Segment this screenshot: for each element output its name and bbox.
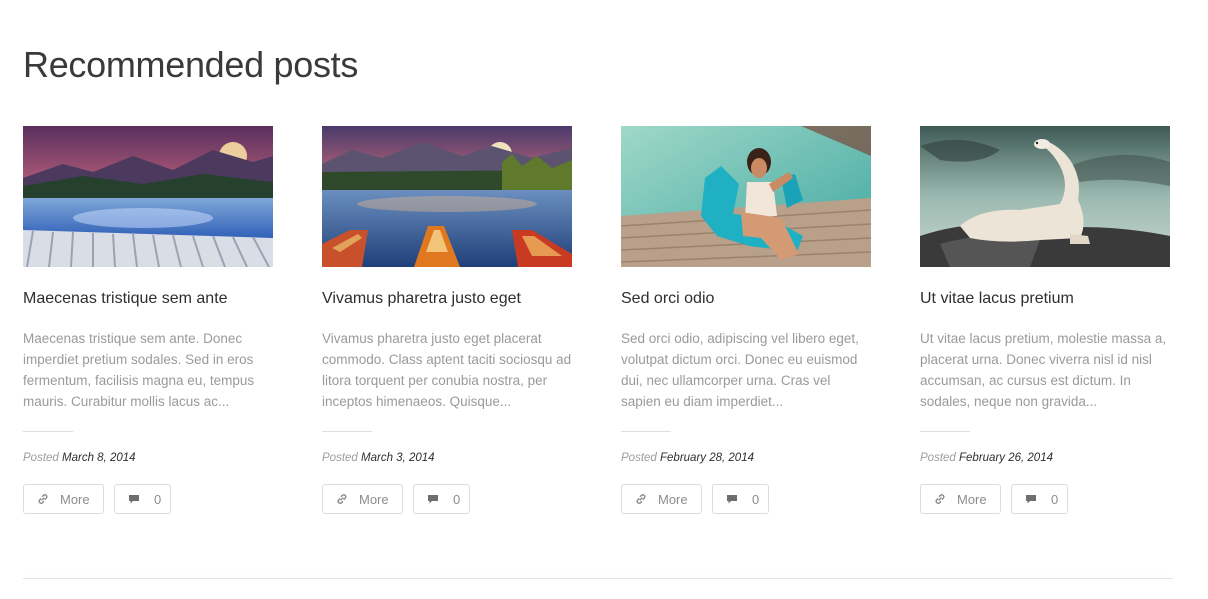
post-meta: Posted February 26, 2014 xyxy=(920,452,1170,464)
post-excerpt: Vivamus pharetra justo eget placerat com… xyxy=(322,331,572,409)
post-excerpt: Sed orci odio, adipiscing vel libero ege… xyxy=(621,331,859,409)
mountain-lake-boats-image xyxy=(322,126,572,267)
post-title[interactable]: Ut vitae lacus pretium xyxy=(920,289,1170,309)
post-actions: More 0 xyxy=(621,484,871,514)
post-title[interactable]: Vivamus pharetra justo eget xyxy=(322,289,572,309)
more-label: More xyxy=(658,491,688,507)
post-meta: Posted February 28, 2014 xyxy=(621,452,871,464)
comments-button[interactable]: 0 xyxy=(413,484,470,514)
comments-button[interactable]: 0 xyxy=(712,484,769,514)
more-button[interactable]: More xyxy=(920,484,1001,514)
post-date: March 8, 2014 xyxy=(62,452,136,464)
post-thumbnail[interactable] xyxy=(920,126,1170,267)
comment-count: 0 xyxy=(752,491,760,507)
posted-label: Posted xyxy=(621,452,657,464)
post-title[interactable]: Maecenas tristique sem ante xyxy=(23,289,273,309)
comment-icon xyxy=(128,494,140,505)
posted-label: Posted xyxy=(920,452,956,464)
posted-label: Posted xyxy=(23,452,59,464)
divider xyxy=(322,431,372,432)
section-divider xyxy=(23,578,1173,579)
more-button[interactable]: More xyxy=(322,484,403,514)
divider xyxy=(920,431,970,432)
mountain-lake-dock-image xyxy=(23,126,273,267)
post-date: February 26, 2014 xyxy=(959,452,1053,464)
post-date: March 3, 2014 xyxy=(361,452,435,464)
polar-bear-image xyxy=(920,126,1170,267)
divider xyxy=(621,431,671,432)
post-thumbnail[interactable] xyxy=(621,126,871,267)
post-thumbnail[interactable] xyxy=(322,126,572,267)
posted-label: Posted xyxy=(322,452,358,464)
comment-count: 0 xyxy=(1051,491,1059,507)
post-card: Maecenas tristique sem ante Maecenas tri… xyxy=(23,126,273,514)
link-icon xyxy=(336,493,348,505)
post-meta: Posted March 3, 2014 xyxy=(322,452,572,464)
comments-button[interactable]: 0 xyxy=(114,484,171,514)
pool-woman-image xyxy=(621,126,871,267)
more-label: More xyxy=(60,491,90,507)
post-actions: More 0 xyxy=(920,484,1170,514)
post-excerpt: Ut vitae lacus pretium, molestie massa a… xyxy=(920,331,1167,409)
more-label: More xyxy=(957,491,987,507)
more-button[interactable]: More xyxy=(23,484,104,514)
post-card: Sed orci odio Sed orci odio, adipiscing … xyxy=(621,126,871,514)
comments-button[interactable]: 0 xyxy=(1011,484,1068,514)
post-card: Ut vitae lacus pretium Ut vitae lacus pr… xyxy=(920,126,1170,514)
post-excerpt: Maecenas tristique sem ante. Donec imper… xyxy=(23,331,255,409)
more-label: More xyxy=(359,491,389,507)
link-icon xyxy=(635,493,647,505)
post-meta: Posted March 8, 2014 xyxy=(23,452,273,464)
post-thumbnail[interactable] xyxy=(23,126,273,267)
section-title: Recommended posts xyxy=(23,44,359,85)
posts-grid: Maecenas tristique sem ante Maecenas tri… xyxy=(23,126,1173,514)
comment-count: 0 xyxy=(453,491,461,507)
post-card: Vivamus pharetra justo eget Vivamus phar… xyxy=(322,126,572,514)
divider xyxy=(23,431,73,432)
link-icon xyxy=(37,493,49,505)
comment-icon xyxy=(1025,494,1037,505)
comment-count: 0 xyxy=(154,491,162,507)
comment-icon xyxy=(726,494,738,505)
comment-icon xyxy=(427,494,439,505)
post-actions: More 0 xyxy=(322,484,572,514)
post-actions: More 0 xyxy=(23,484,273,514)
link-icon xyxy=(934,493,946,505)
more-button[interactable]: More xyxy=(621,484,702,514)
recommended-posts-section: Recommended posts Maecenas tristique sem… xyxy=(0,0,1208,599)
post-date: February 28, 2014 xyxy=(660,452,754,464)
post-title[interactable]: Sed orci odio xyxy=(621,289,871,309)
